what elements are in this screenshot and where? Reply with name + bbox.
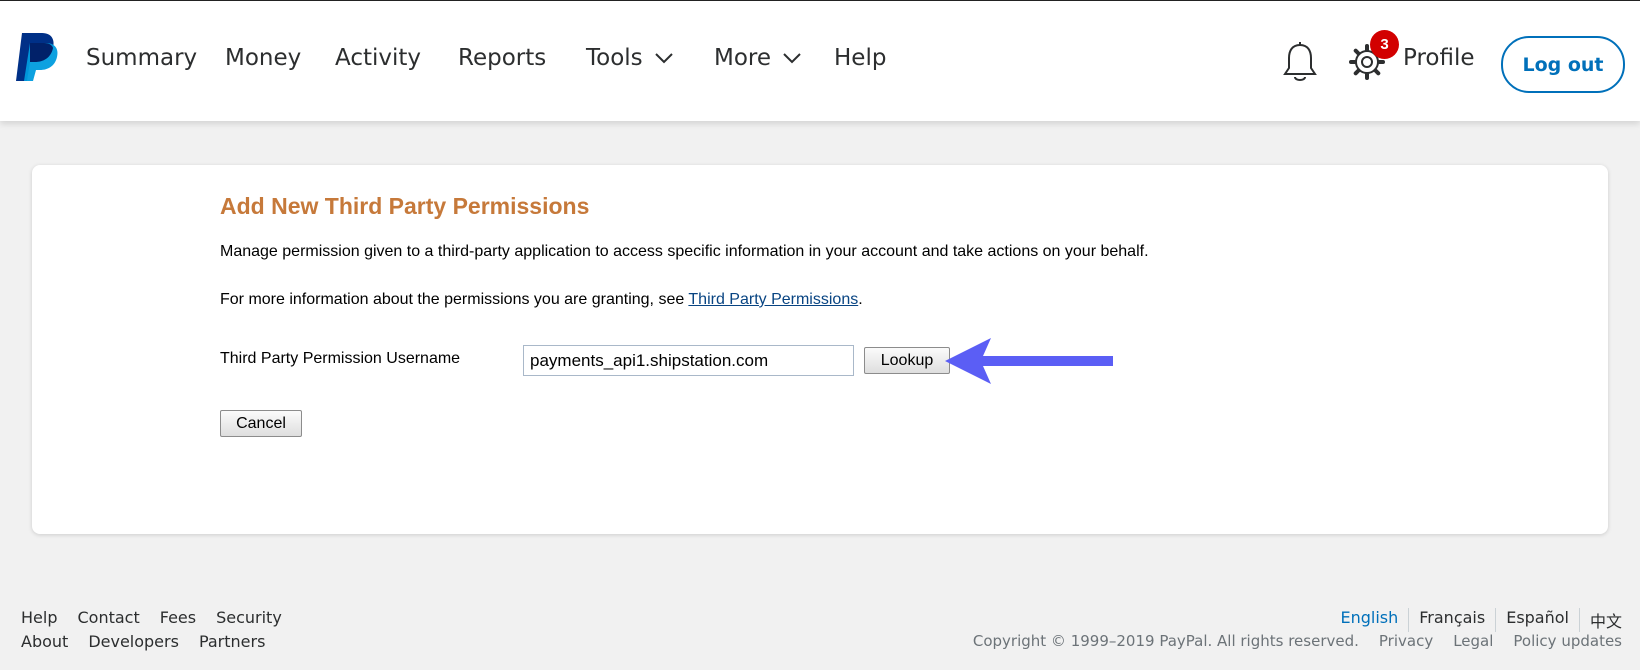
username-label: Third Party Permission Username [220,350,461,367]
profile-link[interactable]: Profile [1403,45,1475,71]
language-english[interactable]: English [1330,608,1408,632]
footer-link-fees[interactable]: Fees [160,608,196,627]
footer-link-developers[interactable]: Developers [88,632,179,651]
cancel-button[interactable]: Cancel [220,410,302,437]
lookup-button[interactable]: Lookup [864,347,950,374]
info-text: For more information about the permissio… [220,291,863,308]
top-navigation-bar: Summary Money Activity Reports Tools Mor… [0,0,1640,121]
footer-link-help[interactable]: Help [21,608,57,627]
chevron-down-icon [654,52,673,63]
footer-link-about[interactable]: About [21,632,68,651]
footer-link-security[interactable]: Security [216,608,282,627]
nav-summary[interactable]: Summary [86,45,197,71]
footer-legal: Copyright © 1999–2019 PayPal. All rights… [973,632,1622,650]
bell-icon[interactable] [1282,42,1318,84]
nav-tools[interactable]: Tools [586,45,673,71]
paypal-logo[interactable] [14,31,60,83]
footer-link-contact[interactable]: Contact [77,608,139,627]
footer-link-privacy[interactable]: Privacy [1379,632,1433,650]
language-chinese[interactable]: 中文 [1578,608,1622,632]
language-selector: English Français Español 中文 [1330,608,1622,632]
nav-more[interactable]: More [714,45,801,71]
description-text: Manage permission given to a third-party… [220,243,1149,260]
chevron-down-icon [783,52,801,63]
logout-button[interactable]: Log out [1501,36,1625,93]
third-party-permissions-link[interactable]: Third Party Permissions [688,291,858,308]
arrow-left-icon [945,338,1113,384]
page-title: Add New Third Party Permissions [220,193,590,219]
username-input[interactable] [523,345,854,376]
copyright-text: Copyright © 1999–2019 PayPal. All rights… [972,632,1359,650]
footer-links-row-1: Help Contact Fees Security [21,608,282,627]
nav-reports[interactable]: Reports [458,45,546,71]
language-french[interactable]: Français [1408,608,1495,632]
nav-activity[interactable]: Activity [335,45,421,71]
notification-badge: 3 [1370,30,1399,59]
language-spanish[interactable]: Español [1495,608,1579,632]
footer-link-policy-updates[interactable]: Policy updates [1513,632,1622,650]
footer-link-partners[interactable]: Partners [199,632,265,651]
nav-money[interactable]: Money [225,45,301,71]
nav-help[interactable]: Help [834,45,886,71]
footer-links-row-2: About Developers Partners [21,632,265,651]
footer-link-legal[interactable]: Legal [1453,632,1493,650]
